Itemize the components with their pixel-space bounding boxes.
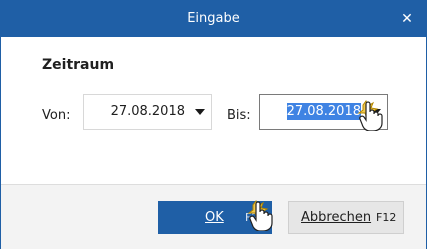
from-date-value: 27.08.2018 bbox=[110, 104, 185, 119]
cancel-button-label-text: Abbrechen bbox=[301, 210, 372, 225]
from-date-field[interactable]: 27.08.2018 bbox=[83, 94, 212, 130]
from-label: Von: bbox=[42, 108, 71, 123]
ok-button-shortcut: F2 bbox=[245, 211, 259, 224]
dialog-title: Eingabe bbox=[187, 11, 240, 26]
cancel-button-label: Abbrechen bbox=[301, 202, 371, 233]
cancel-button[interactable]: Abbrechen F12 bbox=[288, 201, 404, 234]
to-date-value: 27.08.2018 bbox=[260, 95, 361, 129]
title-bar: Eingabe ✕ bbox=[1, 1, 426, 37]
to-chevron-down-icon[interactable] bbox=[371, 109, 381, 115]
cancel-button-shortcut: F12 bbox=[376, 211, 397, 224]
to-date-field[interactable]: 27.08.2018 bbox=[259, 94, 388, 130]
ok-button[interactable]: OK F2 bbox=[158, 201, 272, 234]
from-chevron-down-icon[interactable] bbox=[195, 109, 205, 115]
to-label: Bis: bbox=[227, 108, 251, 123]
section-title: Zeitraum bbox=[42, 57, 115, 73]
to-date-selected-text: 27.08.2018 bbox=[286, 103, 361, 120]
close-icon[interactable]: ✕ bbox=[398, 10, 416, 28]
ok-button-label: OK bbox=[205, 210, 224, 225]
input-dialog: Eingabe ✕ Zeitraum Von: 27.08.2018 Bis: … bbox=[0, 0, 427, 249]
